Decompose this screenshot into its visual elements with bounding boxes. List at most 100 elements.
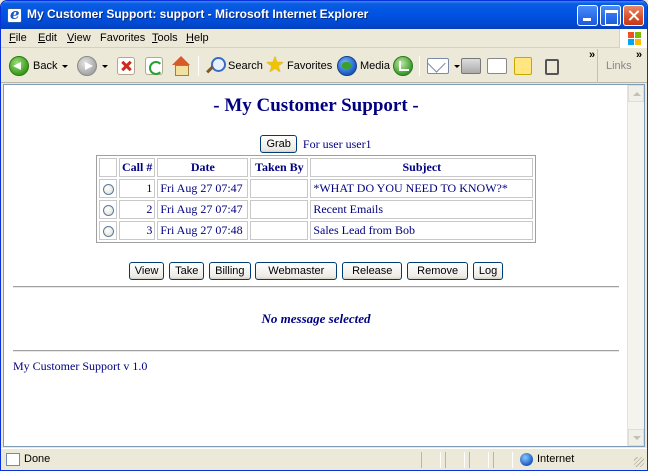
no-message-text: No message selected	[261, 311, 371, 326]
scroll-up-button[interactable]	[628, 85, 644, 102]
menu-edit[interactable]: Edit	[38, 32, 57, 44]
calls-table: Call # Date Taken By Subject 1 Fri Aug 2…	[96, 155, 537, 243]
chevron-down-icon	[62, 64, 69, 68]
toolbar-separator	[419, 56, 420, 76]
star-icon: ★	[265, 53, 285, 78]
divider	[13, 286, 619, 288]
history-icon	[393, 56, 413, 76]
menu-help[interactable]: Help	[186, 32, 209, 44]
status-segment	[421, 452, 441, 468]
forward-button[interactable]	[77, 54, 108, 78]
browser-window: My Customer Support: support - Microsoft…	[0, 0, 648, 471]
action-buttons: View Take Billing Webmaster Release Remo…	[4, 262, 628, 280]
status-segment	[445, 452, 465, 468]
grab-row: Grab For user user1	[4, 135, 628, 153]
toolbar-overflow-chevron[interactable]: »	[589, 49, 595, 61]
stop-button[interactable]	[117, 54, 135, 78]
note-icon	[514, 57, 532, 75]
messenger-icon	[541, 57, 561, 75]
col-date-header: Date	[157, 158, 249, 177]
search-button[interactable]: Search	[205, 54, 263, 78]
refresh-button[interactable]	[145, 54, 163, 78]
mail-button[interactable]	[427, 54, 460, 78]
table-header-row: Call # Date Taken By Subject	[99, 158, 534, 177]
col-call-header: Call #	[119, 158, 156, 177]
stop-icon	[117, 57, 135, 75]
table-row: 1 Fri Aug 27 07:47 *WHAT DO YOU NEED TO …	[99, 179, 534, 198]
release-button[interactable]: Release	[342, 262, 403, 280]
resize-grip[interactable]	[634, 457, 644, 467]
links-overflow-chevron[interactable]: »	[636, 49, 642, 61]
close-button[interactable]	[623, 5, 644, 26]
search-icon	[205, 56, 226, 76]
billing-button[interactable]: Billing	[209, 262, 251, 280]
edit-button[interactable]	[487, 54, 507, 78]
chevron-down-icon	[102, 64, 108, 68]
print-button[interactable]	[461, 54, 481, 78]
call-subject: *WHAT DO YOU NEED TO KNOW?*	[310, 179, 534, 198]
status-segment	[493, 452, 513, 468]
security-zone-label: Internet	[537, 453, 575, 465]
edit-page-icon	[487, 58, 507, 74]
home-button[interactable]	[171, 54, 191, 78]
vertical-scrollbar[interactable]	[627, 85, 644, 446]
row-radio[interactable]	[102, 225, 114, 237]
menu-view[interactable]: View	[67, 32, 91, 44]
grab-button[interactable]: Grab	[260, 135, 297, 153]
call-number: 2	[119, 200, 156, 219]
content-viewport: - My Customer Support - Grab For user us…	[3, 84, 645, 447]
title-bar: My Customer Support: support - Microsoft…	[1, 1, 647, 29]
menu-file[interactable]: File	[9, 32, 27, 44]
divider	[13, 350, 619, 352]
media-icon	[337, 56, 357, 76]
take-button[interactable]: Take	[169, 262, 205, 280]
printer-icon	[461, 58, 481, 74]
col-taken-by-header: Taken By	[250, 158, 309, 177]
window-title: My Customer Support: support - Microsoft…	[27, 7, 369, 21]
menu-tools[interactable]: Tools	[152, 32, 178, 44]
status-text: Done	[24, 453, 51, 465]
internet-zone-icon	[520, 453, 533, 466]
messenger-button[interactable]	[541, 54, 561, 78]
call-taken-by	[250, 200, 309, 219]
menu-bar: File Edit View Favorites Tools Help	[1, 29, 647, 48]
scroll-down-button[interactable]	[628, 429, 644, 446]
call-number: 3	[119, 221, 156, 240]
links-label: Links	[606, 60, 632, 72]
call-date: Fri Aug 27 07:47	[157, 179, 249, 198]
col-select-header	[99, 158, 117, 177]
toolbar-separator	[198, 56, 199, 76]
footer-version: My Customer Support v 1.0	[13, 359, 148, 373]
maximize-button[interactable]	[600, 5, 621, 26]
page-title: - My Customer Support -	[213, 95, 419, 116]
remove-button[interactable]: Remove	[407, 262, 469, 280]
row-radio[interactable]	[102, 204, 114, 216]
table-row: 3 Fri Aug 27 07:48 Sales Lead from Bob	[99, 221, 534, 240]
log-button[interactable]: Log	[472, 262, 504, 280]
chevron-down-icon	[454, 64, 460, 68]
back-arrow-icon	[9, 56, 29, 76]
webmaster-button[interactable]: Webmaster	[255, 262, 338, 280]
forward-arrow-icon	[77, 56, 97, 76]
view-button[interactable]: View	[128, 262, 165, 280]
status-segment	[469, 452, 489, 468]
back-button[interactable]: Back	[9, 54, 69, 78]
favorites-button[interactable]: ★ Favorites	[265, 54, 332, 78]
call-number: 1	[119, 179, 156, 198]
mail-icon	[427, 58, 449, 74]
row-radio[interactable]	[102, 183, 114, 195]
table-row: 2 Fri Aug 27 07:47 Recent Emails	[99, 200, 534, 219]
menu-favorites[interactable]: Favorites	[100, 32, 145, 44]
history-button[interactable]	[393, 54, 413, 78]
media-button[interactable]: Media	[337, 54, 390, 78]
call-subject: Sales Lead from Bob	[310, 221, 534, 240]
refresh-icon	[145, 57, 163, 75]
call-taken-by	[250, 221, 309, 240]
discuss-button[interactable]	[514, 54, 532, 78]
call-date: Fri Aug 27 07:48	[157, 221, 249, 240]
standard-toolbar: Back Search ★ Favorites Media » » Links	[1, 49, 647, 83]
minimize-button[interactable]	[577, 5, 598, 26]
page-done-icon	[6, 453, 20, 466]
links-bar[interactable]: » Links	[597, 49, 647, 83]
ie-logo-icon	[7, 5, 22, 23]
